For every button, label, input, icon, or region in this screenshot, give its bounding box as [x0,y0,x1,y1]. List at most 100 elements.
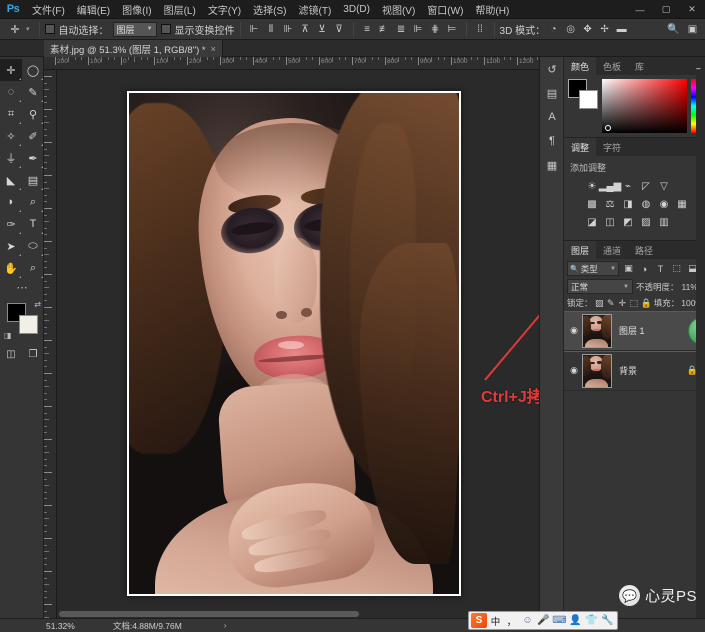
gradient-map-icon[interactable]: ▨ [638,215,654,230]
distribute-bottom-icon[interactable]: ≣ [393,21,410,38]
pixel-filter-icon[interactable]: ▣ [622,262,635,276]
color-lookup-icon[interactable]: ▦ [674,197,690,212]
distribute-right-icon[interactable]: ⊨ [444,21,461,38]
layer-name[interactable]: 图层 1 [619,324,645,337]
ime-emoji-icon[interactable]: ☺ [520,613,535,628]
roll-3d-icon[interactable]: ◎ [562,21,579,38]
horizontal-scrollbar[interactable] [57,609,539,618]
eraser-tool[interactable]: ◣ [0,169,22,191]
image-canvas[interactable] [127,91,461,596]
layer-filter-dropdown[interactable]: 🔍 类型 ▼ [567,261,619,276]
color-picker-handle[interactable] [605,125,611,131]
curves-icon[interactable]: ⌁ [620,179,636,194]
lock-all-icon[interactable]: 🔒 [641,297,652,310]
background-color-swatch[interactable] [579,90,598,109]
color-balance-icon[interactable]: ⚖ [602,197,618,212]
photo-filter-icon[interactable]: ◍ [638,197,654,212]
black-white-icon[interactable]: ◨ [620,197,636,212]
menu-layer[interactable]: 图层(L) [158,0,202,19]
search-icon[interactable]: 🔍 [665,21,682,38]
align-right-edges-icon[interactable]: ⊪ [280,21,297,38]
adjustment-filter-icon[interactable]: ◑ [638,262,651,276]
tab-libraries[interactable]: 库 [628,57,651,75]
layer-visibility-icon[interactable]: ◉ [566,365,582,376]
menu-type[interactable]: 文字(Y) [202,0,247,19]
brush-tool[interactable]: ✐ [22,125,44,147]
slide-3d-icon[interactable]: ✢ [596,21,613,38]
invert-icon[interactable]: ◪ [584,215,600,230]
minimize-button[interactable]: — [627,0,653,19]
sogou-logo-icon[interactable]: S [471,613,487,628]
quick-selection-tool[interactable]: ✎ [22,81,44,103]
tab-paths[interactable]: 路径 [628,241,660,259]
tab-swatches[interactable]: 色板 [596,57,628,75]
pen-tool[interactable]: ✑ [0,213,22,235]
lock-artboard-icon[interactable]: ⬚ [629,297,639,310]
menu-image[interactable]: 图像(I) [116,0,157,19]
levels-icon[interactable]: ▂▄▆ [599,179,621,194]
tab-layers[interactable]: 图层 [564,241,597,259]
layer-row-background[interactable]: ◉ 背景 🔒 [564,351,705,391]
ime-punctuation-icon[interactable]: ， [504,613,519,628]
ellipse-shape-tool[interactable]: ⬭ [22,235,44,257]
selective-color-icon[interactable]: ▥ [656,215,672,230]
menu-3d[interactable]: 3D(D) [337,0,376,19]
menu-file[interactable]: 文件(F) [26,0,71,19]
menu-help[interactable]: 帮助(H) [469,0,515,19]
blur-tool[interactable]: ◗ [0,191,22,213]
scrollbar-thumb[interactable] [59,610,359,617]
more-align-options-icon[interactable]: ⁞⁞ [472,21,489,38]
distribute-horizontal-center-icon[interactable]: ⋕ [427,21,444,38]
history-icon[interactable]: ↺ [540,57,564,81]
quick-mask-icon[interactable]: ◫ [2,346,20,362]
exposure-icon[interactable]: ◸ [638,179,654,194]
zoom-level[interactable]: 51.32% [46,621,75,631]
align-top-edges-icon[interactable]: ⊼ [297,21,314,38]
lasso-tool[interactable]: ◌ [0,81,22,103]
align-bottom-edges-icon[interactable]: ⊽ [331,21,348,38]
layer-visibility-icon[interactable]: ◉ [566,325,582,336]
layer-name[interactable]: 背景 [619,364,637,377]
path-selection-tool[interactable]: ➤ [0,235,22,257]
threshold-icon[interactable]: ◩ [620,215,636,230]
menu-window[interactable]: 窗口(W) [421,0,469,19]
ime-voice-icon[interactable]: 🎤 [536,613,551,628]
tab-adjustments[interactable]: 调整 [564,138,597,156]
auto-select-dropdown[interactable]: 图层 ▼ [112,21,157,37]
ime-settings-icon[interactable]: 🔧 [600,613,615,628]
character-icon[interactable]: A [540,105,564,129]
align-vertical-centers-icon[interactable]: ⊻ [314,21,331,38]
hue-saturation-icon[interactable]: ▩ [584,197,600,212]
chevron-down-icon[interactable]: ▾ [26,25,30,33]
clone-stamp-tool[interactable]: ⏚ [0,147,22,169]
default-colors-icon[interactable]: ◨ [4,331,12,340]
rotate-3d-icon[interactable]: ◔ [545,21,562,38]
lock-position-icon[interactable]: ✛ [618,297,628,310]
type-tool[interactable]: T [22,213,44,235]
shape-filter-icon[interactable]: ⬚ [670,262,683,276]
vertical-scrollbar[interactable] [696,70,705,618]
menu-select[interactable]: 选择(S) [247,0,292,19]
horizontal-ruler[interactable]: 200 100 0 100 200 300 400 500 600 700 800 900 1000 11… [44,57,539,70]
channel-mixer-icon[interactable]: ◉ [656,197,672,212]
lock-transparent-icon[interactable]: ▨ [595,297,605,310]
lock-image-icon[interactable]: ✎ [606,297,616,310]
color-field[interactable] [602,79,687,133]
eyedropper-tool[interactable]: ⚲ [22,103,44,125]
workspace-icon[interactable]: ▣ [684,21,701,38]
document-tab[interactable]: 素材.jpg @ 51.3% (图层 1, RGB/8") * × [44,40,223,57]
type-filter-icon[interactable]: T [654,262,667,276]
ime-user-icon[interactable]: 👤 [568,613,583,628]
vertical-ruler[interactable] [44,70,57,618]
history-brush-tool[interactable]: ✒ [22,147,44,169]
menu-filter[interactable]: 滤镜(T) [293,0,338,19]
crop-tool[interactable]: ⌗ [0,103,22,125]
tab-character[interactable]: 字符 [596,138,628,156]
layer-row-layer1[interactable]: ◉ 图层 1 [564,311,705,352]
distribute-top-icon[interactable]: ≡ [359,21,376,38]
vibrance-icon[interactable]: ▽ [656,179,672,194]
align-left-edges-icon[interactable]: ⊩ [246,21,263,38]
close-button[interactable]: ✕ [679,0,705,19]
swap-colors-icon[interactable]: ⇄ [34,300,41,309]
hand-tool[interactable]: ✋ [0,257,22,279]
